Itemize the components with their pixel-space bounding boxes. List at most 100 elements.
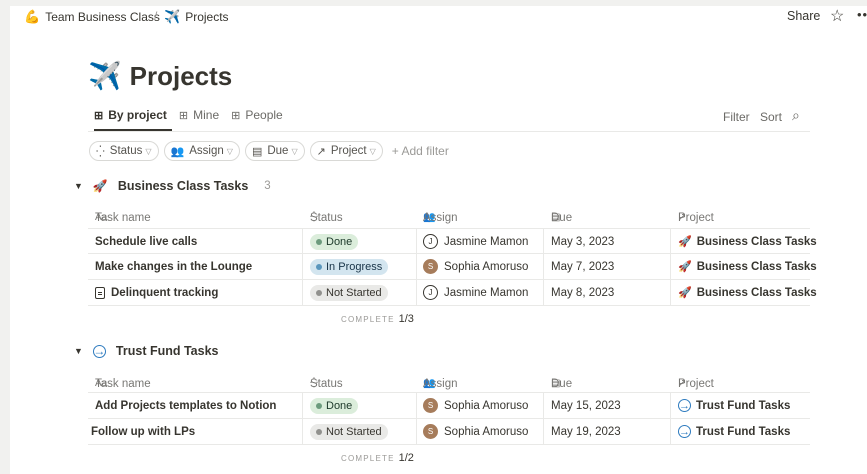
topbar: 💪 Team Business Class / ✈️ Projects Shar… xyxy=(10,6,867,28)
due-cell[interactable]: May 15, 2023 xyxy=(551,393,621,418)
add-filter-button[interactable]: + Add filter xyxy=(392,144,449,158)
divider xyxy=(88,131,810,132)
project-link[interactable]: 🚀 Business Class Tasks xyxy=(678,235,817,249)
task-cell[interactable]: Follow up with LPs xyxy=(91,419,195,444)
column-label: Task name xyxy=(95,378,151,390)
share-button[interactable]: Share xyxy=(787,9,820,23)
project-cell[interactable]: 🚀 Business Class Tasks xyxy=(678,254,817,279)
completion-value: 1/3 xyxy=(398,313,414,325)
filter-button[interactable]: Filter xyxy=(723,110,750,124)
status-badge: Not Started xyxy=(310,423,388,440)
arrow-circle-icon: → xyxy=(92,344,106,358)
column-divider xyxy=(416,229,417,254)
status-badge: In Progress xyxy=(310,258,389,275)
document-icon xyxy=(95,286,105,299)
breadcrumb-page[interactable]: ✈️ Projects xyxy=(164,9,229,25)
table-icon: ⊞ xyxy=(231,109,241,122)
table-row[interactable]: Delinquent tracking Not Started J Jasmine… xyxy=(88,279,817,305)
task-name: Delinquent tracking xyxy=(111,286,219,299)
rocket-icon: 🚀 xyxy=(678,236,692,248)
status-cell[interactable]: Done xyxy=(310,393,359,418)
status-dot xyxy=(316,402,322,409)
project-cell[interactable]: → Trust Fund Tasks xyxy=(678,393,790,418)
arrow-circle-icon: → xyxy=(678,425,691,438)
avatar: J xyxy=(423,234,438,249)
project-cell[interactable]: 🚀 Business Class Tasks xyxy=(678,280,817,305)
assign-filter-chip[interactable]: 👥 Assign ▽ xyxy=(163,141,240,161)
project-link[interactable]: → Trust Fund Tasks xyxy=(678,399,790,412)
task-name: Make changes in the Lounge xyxy=(95,260,253,273)
collapse-triangle-icon[interactable]: ▼ xyxy=(74,346,83,356)
table-row[interactable]: Add Projects templates to Notion Done SS… xyxy=(88,392,810,418)
column-divider xyxy=(670,419,671,444)
project-name: Business Class Tasks xyxy=(696,235,817,248)
breadcrumb-workspace[interactable]: 💪 Team Business Class xyxy=(24,9,160,25)
column-divider xyxy=(416,254,417,279)
assignee-name: Sophia Amoruso xyxy=(444,260,529,273)
collapse-triangle-icon[interactable]: ▼ xyxy=(74,181,83,191)
assign-cell[interactable]: S Sophia Amoruso xyxy=(423,254,528,279)
status-cell[interactable]: Done xyxy=(310,229,359,254)
project-link[interactable]: 🚀 Business Class Tasks xyxy=(678,286,817,300)
status-badge: Done xyxy=(310,397,359,414)
project-cell[interactable]: 🚀 Business Class Tasks xyxy=(678,229,817,254)
status-dot xyxy=(316,263,322,270)
column-divider xyxy=(416,280,417,305)
completion-summary: COMPLETE 1/2 xyxy=(341,452,414,464)
assign-cell[interactable]: S Sophia Amoruso xyxy=(423,419,528,444)
table-row[interactable]: Schedule live calls Done J Jasmine Mamon … xyxy=(88,228,817,254)
sort-button[interactable]: Sort xyxy=(760,110,782,124)
task-cell[interactable]: Add Projects templates to Notion xyxy=(95,393,276,418)
assignee-name: Sophia Amoruso xyxy=(444,425,529,438)
tab-mine[interactable]: ⊞ Mine xyxy=(179,108,219,122)
column-divider xyxy=(670,254,671,279)
column-divider xyxy=(670,280,671,305)
group-header[interactable]: ▼ → Trust Fund Tasks xyxy=(74,344,219,358)
project-cell[interactable]: → Trust Fund Tasks xyxy=(678,419,790,444)
more-options-icon[interactable]: ••• xyxy=(857,7,867,22)
task-name: Add Projects templates to Notion xyxy=(95,399,277,412)
task-cell[interactable]: Make changes in the Lounge xyxy=(95,254,252,279)
status-cell[interactable]: Not Started xyxy=(310,280,388,305)
column-label: Assign xyxy=(423,212,458,224)
table-row[interactable]: Make changes in the Lounge In Progress S… xyxy=(88,253,817,279)
calendar-icon: ▤ xyxy=(251,145,263,158)
page-title: ✈️ Projects xyxy=(88,60,232,92)
table-row[interactable]: Follow up with LPs Not Started S Sophia A… xyxy=(88,418,810,444)
project-link[interactable]: 🚀 Business Class Tasks xyxy=(678,260,817,274)
due-date: May 15, 2023 xyxy=(551,399,621,412)
status-filter-chip[interactable]: ⁛ Status ▽ xyxy=(89,141,159,161)
column-divider xyxy=(416,393,417,418)
project-name: Business Class Tasks xyxy=(696,260,817,273)
group-header[interactable]: ▼ 🚀 Business Class Tasks 3 xyxy=(74,179,271,193)
project-filter-chip[interactable]: ↗ Project ▽ xyxy=(309,141,383,161)
status-cell[interactable]: In Progress xyxy=(310,254,389,279)
column-divider xyxy=(416,419,417,444)
column-divider xyxy=(302,393,303,418)
tab-people[interactable]: ⊞ People xyxy=(231,108,283,122)
project-link[interactable]: → Trust Fund Tasks xyxy=(678,425,790,438)
assign-cell[interactable]: S Sophia Amoruso xyxy=(423,393,528,418)
due-cell[interactable]: May 7, 2023 xyxy=(551,254,614,279)
assign-cell[interactable]: J Jasmine Mamon xyxy=(423,280,528,305)
tab-by-project[interactable]: ⊞ By project xyxy=(94,108,167,122)
tab-label: Mine xyxy=(193,108,220,122)
column-label: Assign xyxy=(423,378,458,390)
due-cell[interactable]: May 8, 2023 xyxy=(551,280,614,305)
due-date: May 3, 2023 xyxy=(551,235,615,248)
search-icon[interactable]: ⌕ xyxy=(792,107,800,124)
relation-arrow-icon: ↗ xyxy=(316,145,326,158)
task-cell[interactable]: Delinquent tracking xyxy=(95,280,218,305)
due-cell[interactable]: May 19, 2023 xyxy=(551,419,621,444)
task-cell[interactable]: Schedule live calls xyxy=(95,229,197,254)
project-name: Trust Fund Tasks xyxy=(696,425,791,438)
due-cell[interactable]: May 3, 2023 xyxy=(551,229,614,254)
star-icon[interactable]: ☆ xyxy=(830,6,844,26)
rocket-icon: 🚀 xyxy=(678,261,692,273)
group-count: 3 xyxy=(264,180,271,192)
status-cell[interactable]: Not Started xyxy=(310,419,388,444)
due-date: May 19, 2023 xyxy=(551,425,621,438)
status-icon: ⁛ xyxy=(96,145,105,158)
due-filter-chip[interactable]: ▤ Due ▽ xyxy=(244,141,305,161)
assign-cell[interactable]: J Jasmine Mamon xyxy=(423,229,528,254)
